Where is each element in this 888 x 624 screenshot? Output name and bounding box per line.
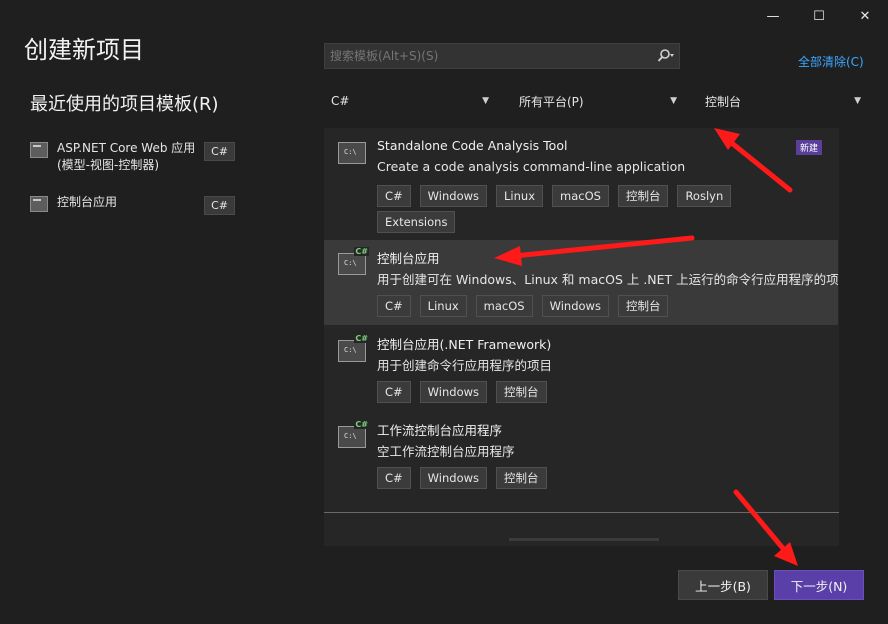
language-badge: C# xyxy=(204,196,235,215)
back-button[interactable]: 上一步(B) xyxy=(678,570,768,600)
recent-item-label: 控制台应用 xyxy=(57,195,118,209)
icon-prompt-text: C:\ xyxy=(344,148,357,156)
icon-prompt-text: C:\ xyxy=(344,259,357,267)
recent-item-aspnet-mvc[interactable]: ASP.NET Core Web 应用(模型-视图-控制器) C# xyxy=(30,140,235,174)
chevron-down-icon: ▼ xyxy=(482,96,489,106)
tag: Linux xyxy=(419,295,467,317)
template-description: Create a code analysis command-line appl… xyxy=(377,159,686,174)
tag: C# xyxy=(377,185,411,207)
icon-prompt-text: C:\ xyxy=(344,432,357,440)
tag: C# xyxy=(377,381,411,403)
chevron-down-icon: ▼ xyxy=(854,96,861,106)
tag: Windows xyxy=(541,295,609,317)
language-badge: C# xyxy=(204,142,235,161)
tag: Extensions xyxy=(377,211,456,233)
next-button[interactable]: 下一步(N) xyxy=(774,570,864,600)
page-title: 创建新项目 xyxy=(24,36,144,64)
platform-filter-value: 所有平台(P) xyxy=(519,94,584,109)
list-divider xyxy=(324,512,839,513)
language-filter-value: C# xyxy=(331,94,350,108)
tag: 控制台 xyxy=(617,295,669,317)
tag: 控制台 xyxy=(617,185,669,207)
icon-prompt-text: C:\ xyxy=(344,346,357,354)
tag: C# xyxy=(377,467,411,489)
close-button[interactable]: ✕ xyxy=(842,4,888,28)
template-tags: C# Linux macOS Windows 控制台 xyxy=(377,295,827,317)
template-item-code-analysis[interactable]: C:\ Standalone Code Analysis Tool 新建 Cre… xyxy=(324,128,838,238)
template-title: 控制台应用(.NET Framework) xyxy=(377,337,552,352)
tag: C# xyxy=(377,295,411,317)
horizontal-scrollbar[interactable] xyxy=(509,538,659,541)
template-title: 工作流控制台应用程序 xyxy=(377,423,503,438)
template-search-box xyxy=(324,43,680,69)
language-filter[interactable]: C# ▼ xyxy=(324,88,494,114)
template-item-console-app-netfx[interactable]: C:\ C# 控制台应用(.NET Framework) 用于创建命令行应用程序… xyxy=(324,328,838,412)
search-input[interactable] xyxy=(325,48,653,64)
search-icon[interactable] xyxy=(653,49,679,63)
new-badge: 新建 xyxy=(796,140,823,155)
tag: Windows xyxy=(419,185,488,207)
recent-templates-heading: 最近使用的项目模板(R) xyxy=(30,94,219,115)
project-type-filter[interactable]: 控制台 ▼ xyxy=(698,88,866,114)
csharp-mark: C# xyxy=(354,420,369,429)
window-controls: — ☐ ✕ xyxy=(750,4,888,28)
tag: Roslyn xyxy=(677,185,732,207)
template-tags: C# Windows Linux macOS 控制台 Roslyn Extens… xyxy=(377,185,827,233)
tag: Windows xyxy=(419,467,488,489)
minimize-button[interactable]: — xyxy=(750,4,796,28)
tag: 控制台 xyxy=(496,381,547,403)
csharp-mark: C# xyxy=(354,334,369,343)
tag: Windows xyxy=(419,381,488,403)
recent-item-label: ASP.NET Core Web 应用(模型-视图-控制器) xyxy=(57,141,196,172)
recent-item-console-app[interactable]: 控制台应用 C# xyxy=(30,194,235,215)
tag: 控制台 xyxy=(496,467,547,489)
console-app-icon: C:\ C# xyxy=(338,334,369,362)
project-type-filter-value: 控制台 xyxy=(705,94,742,109)
workflow-console-icon: C:\ C# xyxy=(338,420,369,448)
clear-all-link[interactable]: 全部清除(C) xyxy=(798,53,864,70)
code-analysis-icon: C:\ xyxy=(338,142,366,164)
template-description: 用于创建可在 Windows、Linux 和 macOS 上 .NET 上运行的… xyxy=(377,272,839,287)
chevron-down-icon: ▼ xyxy=(670,96,677,106)
console-app-icon xyxy=(30,196,48,212)
web-app-icon xyxy=(30,142,48,158)
template-description: 用于创建命令行应用程序的项目 xyxy=(377,358,553,373)
template-title: 控制台应用 xyxy=(377,251,440,266)
template-item-workflow-console[interactable]: C:\ C# 工作流控制台应用程序 空工作流控制台应用程序 C# Windows… xyxy=(324,414,838,498)
tag: macOS xyxy=(475,295,533,317)
csharp-mark: C# xyxy=(354,247,369,256)
console-app-icon: C:\ C# xyxy=(338,247,369,275)
maximize-button[interactable]: ☐ xyxy=(796,4,842,28)
tag: Linux xyxy=(496,185,544,207)
platform-filter[interactable]: 所有平台(P) ▼ xyxy=(512,88,682,114)
template-tags: C# Windows 控制台 xyxy=(377,467,827,489)
template-description: 空工作流控制台应用程序 xyxy=(377,444,515,459)
template-item-console-app[interactable]: C:\ C# 控制台应用 用于创建可在 Windows、Linux 和 macO… xyxy=(324,240,839,325)
template-title: Standalone Code Analysis Tool xyxy=(377,138,568,153)
template-tags: C# Windows 控制台 xyxy=(377,381,827,403)
template-list: C:\ Standalone Code Analysis Tool 新建 Cre… xyxy=(324,128,839,546)
tag: macOS xyxy=(552,185,609,207)
